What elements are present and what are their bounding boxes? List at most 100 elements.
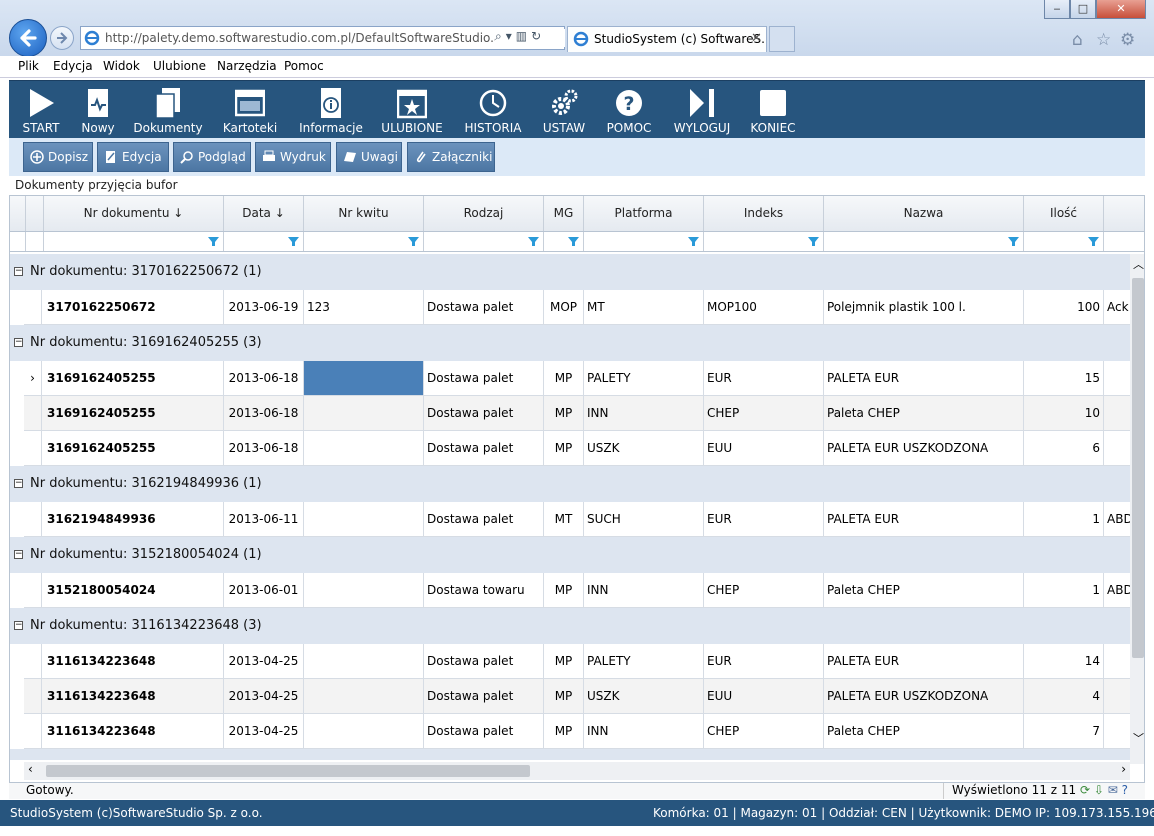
cell-kwit[interactable] [304, 679, 424, 713]
cell-kwit[interactable] [304, 361, 424, 395]
logout-button[interactable]: WYLOGUJ [669, 81, 735, 139]
cell-indeks[interactable]: EUU [704, 431, 824, 465]
cell-platforma[interactable]: USZK [584, 679, 704, 713]
column-header-ilosc[interactable]: Ilość [1024, 196, 1104, 231]
cell-data[interactable]: 2013-06-18 [224, 431, 304, 465]
table-row[interactable]: › 3169162405255 2013-06-18 Dostawa palet MP P… [24, 361, 1130, 396]
cell-nr[interactable]: 3152180054024 [44, 573, 224, 607]
export-icon[interactable]: ⇩ [1094, 783, 1104, 797]
cell-data[interactable]: 2013-06-19 [224, 290, 304, 324]
menu-edycja[interactable]: Edycja [53, 59, 93, 73]
settings-button[interactable]: USTAW [539, 81, 589, 139]
cell-data[interactable]: 2013-04-25 [224, 714, 304, 748]
menu-narzedzia[interactable]: Narzędzia [217, 59, 277, 73]
column-header-mg[interactable]: MG [544, 196, 584, 231]
column-header-nazwa[interactable]: Nazwa [824, 196, 1024, 231]
cell-data[interactable]: 2013-06-01 [224, 573, 304, 607]
cell-rodzaj[interactable]: Dostawa palet [424, 644, 544, 678]
cell-data[interactable]: 2013-04-25 [224, 679, 304, 713]
favorites-star-icon[interactable]: ☆ [1096, 30, 1111, 50]
group-header[interactable]: − Nr dokumentu: 3116134223648 (3) [10, 608, 1130, 644]
cell-indeks[interactable]: EUR [704, 502, 824, 536]
cell-ilosc[interactable]: 15 [1024, 361, 1104, 395]
exit-button[interactable]: KONIEC [745, 81, 801, 139]
menu-plik[interactable]: Plik [18, 59, 39, 73]
tab-close-icon[interactable]: ✕ [751, 31, 762, 46]
collapse-group-icon[interactable]: − [14, 338, 23, 347]
home-icon[interactable]: ⌂ [1072, 30, 1083, 50]
table-row[interactable]: 3116134223648 2013-04-25 Dostawa palet MP IN… [24, 714, 1130, 749]
close-window-button[interactable]: ✕ [1096, 0, 1146, 19]
filter-cell-nazwa[interactable] [824, 232, 1024, 251]
filter-funnel-icon[interactable] [1008, 236, 1019, 247]
refresh-grid-icon[interactable]: ⟳ [1080, 783, 1090, 797]
cell-extra[interactable]: ABD [1104, 573, 1130, 607]
collapse-group-icon[interactable]: − [14, 550, 23, 559]
group-header[interactable]: − Nr dokumentu: 3152180054024 (1) [10, 537, 1130, 573]
cell-platforma[interactable]: SUCH [584, 502, 704, 536]
cell-rodzaj[interactable]: Dostawa towaru [424, 573, 544, 607]
compat-view-icon[interactable]: ▥ [516, 29, 531, 43]
cell-kwit[interactable] [304, 502, 424, 536]
cell-rodzaj[interactable]: Dostawa palet [424, 502, 544, 536]
group-header[interactable]: −Nr dokumentu: 3116133941081 (2) [10, 749, 1130, 760]
table-row[interactable]: 3162194849936 2013-06-11 Dostawa palet MT SU… [24, 502, 1130, 537]
cell-extra[interactable]: ABD [1104, 502, 1130, 536]
filter-funnel-icon[interactable] [288, 236, 299, 247]
cell-mg[interactable]: MP [544, 361, 584, 395]
new-button[interactable]: Nowy [75, 81, 121, 139]
filter-funnel-icon[interactable] [688, 236, 699, 247]
attachments-button[interactable]: Załączniki [407, 142, 495, 172]
cell-mg[interactable]: MP [544, 714, 584, 748]
cell-extra[interactable] [1104, 644, 1130, 678]
cell-nazwa[interactable]: Paleta CHEP [824, 396, 1024, 430]
cell-kwit[interactable]: 123 [304, 290, 424, 324]
cell-platforma[interactable]: INN [584, 396, 704, 430]
cell-nazwa[interactable]: PALETA EUR [824, 644, 1024, 678]
scroll-up-icon[interactable]: ︿ [1133, 256, 1144, 272]
column-header-data[interactable]: Data ↓ [224, 196, 304, 231]
cell-extra[interactable] [1104, 431, 1130, 465]
column-header-kwit[interactable]: Nr kwitu [304, 196, 424, 231]
cell-indeks[interactable]: EUU [704, 679, 824, 713]
cell-nazwa[interactable]: PALETA EUR USZKODZONA [824, 679, 1024, 713]
cell-nr[interactable]: 3116134223648 [44, 714, 224, 748]
cell-nr[interactable]: 3116134223648 [44, 679, 224, 713]
vertical-scrollbar[interactable]: ︿ ﹀ [1130, 254, 1144, 764]
cell-indeks[interactable]: CHEP [704, 573, 824, 607]
cell-ilosc[interactable]: 14 [1024, 644, 1104, 678]
cell-ilosc[interactable]: 10 [1024, 396, 1104, 430]
scroll-down-icon[interactable]: ﹀ [1133, 730, 1144, 746]
back-button[interactable] [9, 19, 47, 57]
cell-kwit[interactable] [304, 714, 424, 748]
scroll-left-icon[interactable]: ‹ [28, 762, 33, 776]
cell-mg[interactable]: MP [544, 396, 584, 430]
scroll-right-icon[interactable]: › [1121, 762, 1126, 776]
filter-cell-kwit[interactable] [304, 232, 424, 251]
cell-nazwa[interactable]: Paleta CHEP [824, 714, 1024, 748]
filter-cell-indeks[interactable] [704, 232, 824, 251]
cell-kwit[interactable] [304, 431, 424, 465]
table-row[interactable]: 3116134223648 2013-04-25 Dostawa palet MP PA… [24, 644, 1130, 679]
filter-funnel-icon[interactable] [408, 236, 419, 247]
cell-ilosc[interactable]: 7 [1024, 714, 1104, 748]
cell-data[interactable]: 2013-06-11 [224, 502, 304, 536]
table-row[interactable]: 3116134223648 2013-04-25 Dostawa palet MP US… [24, 679, 1130, 714]
filter-cell-mg[interactable] [544, 232, 584, 251]
cell-nazwa[interactable]: PALETA EUR [824, 502, 1024, 536]
table-row[interactable]: 3152180054024 2013-06-01 Dostawa towaru MP I… [24, 573, 1130, 608]
column-header-indeks[interactable]: Indeks [704, 196, 824, 231]
filter-cell-ilosc[interactable] [1024, 232, 1104, 251]
menu-ulubione[interactable]: Ulubione [153, 59, 206, 73]
cell-indeks[interactable]: EUR [704, 644, 824, 678]
table-row[interactable]: 3170162250672 2013-06-19 123 Dostawa palet M… [24, 290, 1130, 325]
cell-mg[interactable]: MP [544, 431, 584, 465]
notes-button[interactable]: Uwagi [336, 142, 402, 172]
collapse-group-icon[interactable]: − [14, 267, 23, 276]
table-row[interactable]: 3169162405255 2013-06-18 Dostawa palet MP IN… [24, 396, 1130, 431]
cell-platforma[interactable]: USZK [584, 431, 704, 465]
cell-nr[interactable]: 3162194849936 [44, 502, 224, 536]
print-button[interactable]: Wydruk [255, 142, 331, 172]
edit-button[interactable]: Edycja [97, 142, 169, 172]
filter-funnel-icon[interactable] [808, 236, 819, 247]
